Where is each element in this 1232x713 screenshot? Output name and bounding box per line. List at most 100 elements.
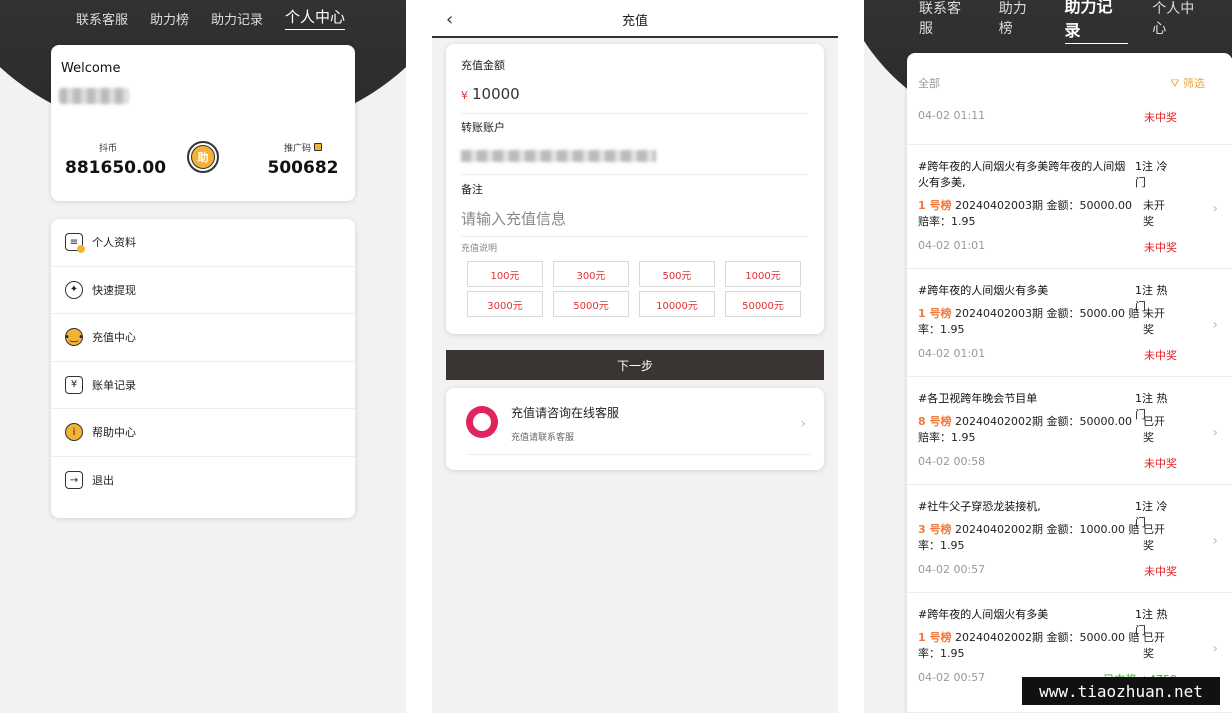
record-time: 04-02 01:01 [918, 239, 986, 252]
menu-card: ≡ 个人资料 ✦ 快速提现 •‿• 充值中心 ¥ 账单记录 i 帮助中心 → 退出 [51, 219, 355, 518]
record-title: #社牛父子穿恐龙装接机, [918, 500, 1041, 513]
amount-options: 100元 300元 500元 1000元 3000元 5000元 10000元 … [467, 261, 803, 317]
nav-records[interactable]: 助力记录 [1064, 0, 1129, 44]
record-time: 04-02 00:58 [918, 455, 986, 468]
record-detail: 3 号榜 20240402002期 金额：1000.00 赔率：1.95 [918, 523, 1140, 552]
record-status: 已开奖 [1143, 415, 1165, 444]
menu-item-recharge[interactable]: •‿• 充值中心 [51, 314, 355, 362]
divider [461, 174, 808, 175]
blurred-account [461, 150, 656, 162]
logout-icon: → [65, 471, 83, 490]
next-button[interactable]: 下一步 [446, 350, 824, 380]
chevron-right-icon: › [1212, 533, 1218, 549]
document-icon: ≡ [65, 233, 85, 254]
divider [461, 236, 808, 237]
table-row[interactable]: #各卫视跨年晚会节目单 1注 热门 8 号榜 20240402002期 金额：500… [907, 377, 1232, 485]
record-title: #各卫视跨年晚会节目单 [918, 392, 1038, 405]
promo-value: 500682 [267, 158, 339, 178]
chevron-right-icon: › [1212, 201, 1218, 217]
remark-input[interactable]: 请输入充值信息 [461, 208, 566, 229]
coin-stat: 抖币 881650.00 [65, 141, 167, 178]
nav-records[interactable]: 助力记录 [211, 9, 263, 28]
panel-divider [406, 0, 430, 713]
record-detail: 8 号榜 20240402002期 金额：50000.00 赔率：1.95 [918, 415, 1132, 444]
coin-label: 抖币 [98, 144, 117, 154]
record-result: 未中奖 [1144, 565, 1177, 578]
coin-badge: 助 [191, 145, 215, 169]
record-status: 已开奖 [1143, 631, 1165, 660]
nav-customer-service[interactable]: 联系客服 [919, 0, 975, 38]
menu-item-profile[interactable]: ≡ 个人资料 [51, 219, 355, 267]
divider [466, 454, 811, 455]
nav-ranking[interactable]: 助力榜 [150, 9, 189, 28]
record-tag: 1注 冷门 [1135, 160, 1168, 189]
nav-customer-service[interactable]: 联系客服 [76, 9, 128, 28]
promo-stat: 推广码 500682 [263, 141, 343, 178]
recharge-form: 充值金额 ¥10000 转账账户 备注 请输入充值信息 充值说明 100元 30… [446, 44, 824, 334]
table-row[interactable]: #社牛父子穿恐龙装接机, 1注 冷门 3 号榜 20240402002期 金额：10… [907, 485, 1232, 593]
notes-label: 充值说明 [461, 244, 498, 254]
record-result: 未中奖 [1144, 349, 1177, 362]
withdraw-icon: ✦ [65, 280, 83, 299]
record-title: #跨年夜的人间烟火有多美 [918, 284, 1049, 297]
chevron-right-icon: › [1212, 425, 1218, 441]
chevron-right-icon: › [800, 416, 806, 432]
nav-ranking[interactable]: 助力榜 [999, 0, 1041, 38]
menu-item-bills[interactable]: ¥ 账单记录 [51, 362, 355, 409]
record-title: #跨年夜的人间烟火有多美跨年夜的人间烟火有多美, [918, 160, 1126, 189]
coin-icon: 助 [187, 141, 219, 173]
coin-value: 881650.00 [65, 158, 167, 178]
amount-label: 充值金额 [461, 59, 505, 72]
remark-label: 备注 [461, 183, 483, 196]
panel-divider [838, 0, 864, 713]
welcome-text: Welcome [61, 61, 121, 76]
amount-option[interactable]: 10000元 [639, 291, 715, 317]
customer-service-card[interactable]: 充值请咨询在线客服 充值请联系客服 › [446, 388, 824, 470]
watermark: www.tiaozhuan.net [1022, 677, 1220, 705]
record-result: 未中奖 [1144, 241, 1177, 254]
record-time: 04-02 00:57 [918, 671, 986, 684]
menu-item-withdraw[interactable]: ✦ 快速提现 [51, 267, 355, 314]
yen-icon: ¥ [461, 89, 468, 102]
headset-icon [466, 406, 498, 438]
top-nav: 联系客服 助力榜 助力记录 个人中心 [76, 0, 367, 36]
recharge-header: ‹ 充值 [432, 0, 838, 38]
amount-input[interactable]: ¥10000 [461, 85, 520, 103]
record-time: 04-02 00:57 [918, 563, 986, 576]
promo-label: 推广码 [263, 141, 343, 154]
blurred-username [59, 88, 129, 104]
chevron-right-icon: › [1212, 641, 1218, 657]
menu-item-logout[interactable]: → 退出 [51, 457, 355, 505]
amount-option[interactable]: 500元 [639, 261, 715, 287]
table-row[interactable]: #跨年夜的人间烟火有多美 1注 热门 1 号榜 20240402003期 金额：50… [907, 269, 1232, 377]
record-detail: 1 号榜 20240402003期 金额：5000.00 赔率：1.95 [918, 307, 1140, 336]
service-title: 充值请咨询在线客服 [511, 406, 620, 420]
amount-option[interactable]: 3000元 [467, 291, 543, 317]
copy-icon[interactable] [313, 143, 322, 151]
menu-item-help[interactable]: i 帮助中心 [51, 409, 355, 457]
table-row[interactable]: #跨年夜的人间烟火有多美跨年夜的人间烟火有多美, 1注 冷门 1 号榜 202404… [907, 145, 1232, 269]
amount-option[interactable]: 5000元 [553, 291, 629, 317]
page-title: 充值 [621, 14, 648, 29]
record-detail: 1 号榜 20240402002期 金额：5000.00 赔率：1.95 [918, 631, 1140, 660]
divider [461, 113, 808, 114]
amount-option[interactable]: 1000元 [725, 261, 801, 287]
record-detail: 1 号榜 20240402003期 金额：50000.00 赔率：1.95 [918, 199, 1132, 228]
amount-option[interactable]: 50000元 [725, 291, 801, 317]
list-item[interactable]: 04-02 01:11 未中奖 [907, 53, 1232, 145]
service-subtitle: 充值请联系客服 [511, 433, 575, 443]
nav-personal-center[interactable]: 个人中心 [1152, 0, 1208, 38]
record-time: 04-02 01:01 [918, 347, 986, 360]
record-status: 已开奖 [1143, 523, 1165, 552]
yen-bill-icon: ¥ [65, 375, 83, 394]
chevron-right-icon: › [1212, 317, 1218, 333]
records-screen: 联系客服 助力榜 助力记录 个人中心 全部 ⛛ 筛选 04-02 01:11 未… [864, 0, 1232, 713]
amount-option[interactable]: 100元 [467, 261, 543, 287]
records-list: 全部 ⛛ 筛选 04-02 01:11 未中奖 #跨年夜的人间烟火有多美跨年夜的… [907, 53, 1232, 713]
amount-option[interactable]: 300元 [553, 261, 629, 287]
record-status: 未开奖 [1143, 307, 1165, 336]
record-title: #跨年夜的人间烟火有多美 [918, 608, 1049, 621]
nav-personal-center[interactable]: 个人中心 [285, 6, 346, 30]
recharge-screen: ‹ 充值 充值金额 ¥10000 转账账户 备注 请输入充值信息 充值说明 10… [432, 0, 838, 713]
profile-card: Welcome 抖币 881650.00 助 推广码 500682 [51, 45, 355, 201]
